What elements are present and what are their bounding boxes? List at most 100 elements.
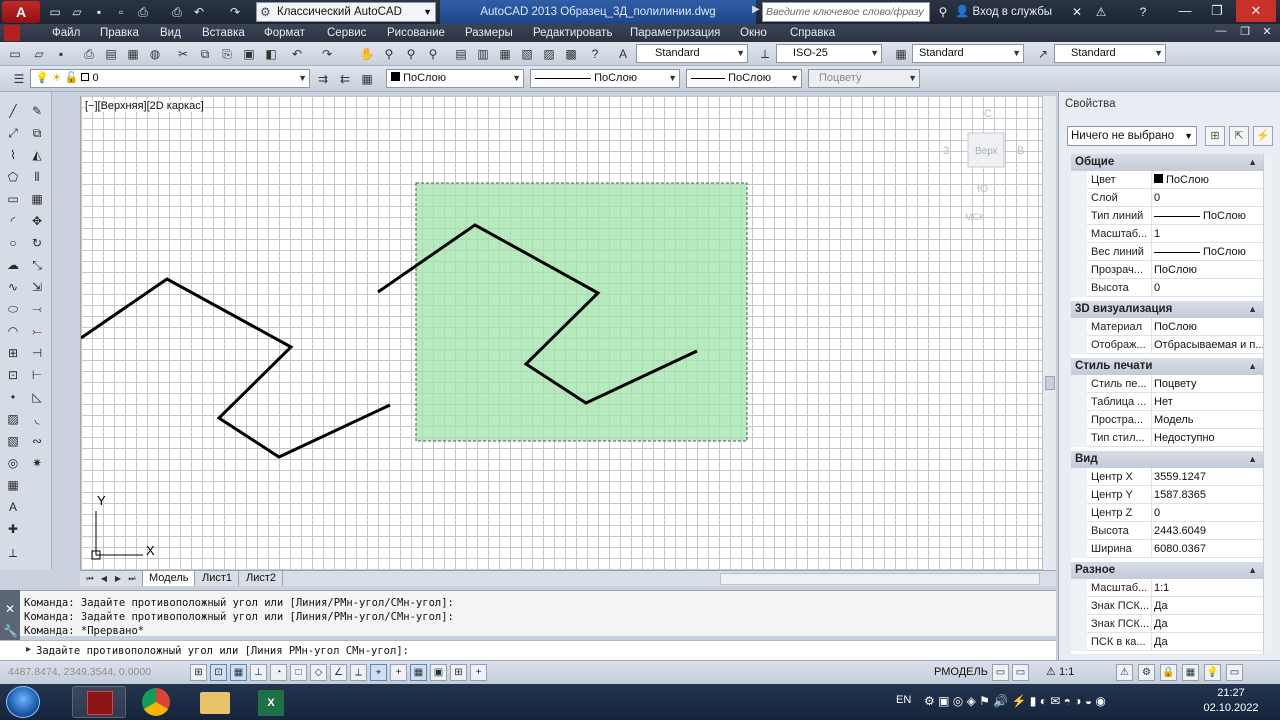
- section-plot-style[interactable]: Стиль печати ▲: [1071, 358, 1263, 375]
- menu-draw[interactable]: Рисование: [387, 24, 445, 42]
- section-general[interactable]: Общие ▲: [1071, 154, 1263, 171]
- construction-line-icon[interactable]: ⤢: [4, 124, 22, 142]
- snap-mode-icon[interactable]: ⊡: [210, 664, 227, 681]
- tab-layout2[interactable]: Лист2: [240, 571, 284, 586]
- help-icon[interactable]: ?: [586, 45, 604, 63]
- doc-minimize-button[interactable]: —: [1212, 25, 1230, 41]
- circle-icon[interactable]: ○: [4, 234, 22, 252]
- save-icon[interactable]: ▪: [52, 45, 70, 63]
- table-style-icon[interactable]: ▦: [892, 45, 910, 63]
- mleader-style-select[interactable]: Standard ▼: [1054, 44, 1166, 63]
- 3d-dwf-icon[interactable]: ◍: [146, 45, 164, 63]
- workspace-switching-icon[interactable]: ⚙: [1138, 664, 1155, 681]
- drawing-canvas[interactable]: Y X С Верх З В Ю МСК [−][Верхняя][2D кар…: [80, 96, 1042, 570]
- rectangle-icon[interactable]: ▭: [4, 190, 22, 208]
- language-indicator[interactable]: EN: [896, 694, 911, 706]
- properties-icon[interactable]: ▤: [452, 45, 470, 63]
- prop-row[interactable]: Знак ПСК... Да: [1071, 597, 1263, 615]
- tab-layout1[interactable]: Лист1: [196, 571, 240, 586]
- open-icon[interactable]: ▱: [68, 3, 86, 21]
- viewcube-ucs[interactable]: МСК: [965, 212, 985, 222]
- menu-view[interactable]: Вид: [160, 24, 181, 42]
- blend-icon[interactable]: ∾: [28, 432, 46, 450]
- exchange-icon[interactable]: ✕: [1068, 3, 1086, 21]
- table-icon[interactable]: ▦: [4, 476, 22, 494]
- start-button[interactable]: [6, 686, 40, 718]
- plot-icon[interactable]: ⎙: [80, 45, 98, 63]
- prop-row[interactable]: Центр Z 0: [1071, 504, 1263, 522]
- move-icon[interactable]: ✥: [28, 212, 46, 230]
- make-block-icon[interactable]: ⊡: [4, 366, 22, 384]
- binoculars-icon[interactable]: ⚲: [934, 3, 952, 21]
- vertical-scrollbar[interactable]: [1042, 96, 1056, 570]
- mtext-icon[interactable]: A: [4, 498, 22, 516]
- trim-icon[interactable]: ⤙: [28, 300, 46, 318]
- tool-palettes-icon[interactable]: ▦: [496, 45, 514, 63]
- prop-row[interactable]: Стиль пе... Поцвету: [1071, 375, 1263, 393]
- dynamic-input-icon[interactable]: ⌖: [370, 664, 387, 681]
- prop-row[interactable]: Слой 0: [1071, 189, 1263, 207]
- gradient-icon[interactable]: ▧: [4, 432, 22, 450]
- line-icon[interactable]: ╱: [4, 102, 22, 120]
- zoom-window-icon[interactable]: ⚲: [402, 45, 420, 63]
- linetype-select[interactable]: ПоСлою ▼: [530, 69, 680, 88]
- first-tab-icon[interactable]: ⏮: [84, 572, 96, 585]
- markup-icon[interactable]: ▨: [540, 45, 558, 63]
- close-icon[interactable]: ✕: [3, 602, 17, 616]
- cut-icon[interactable]: ✂: [174, 45, 192, 63]
- mleader-style-icon[interactable]: ↗: [1034, 45, 1052, 63]
- prop-row[interactable]: Высота 2443.6049: [1071, 522, 1263, 540]
- rotate-icon[interactable]: ↻: [28, 234, 46, 252]
- spline-icon[interactable]: ∿: [4, 278, 22, 296]
- copy-object-icon[interactable]: ⧉: [28, 124, 46, 142]
- model-space-toggle[interactable]: РМОДЕЛЬ: [934, 666, 988, 678]
- menu-file[interactable]: Файл: [52, 24, 80, 42]
- prop-row[interactable]: Тип линий ПоСлою: [1071, 207, 1263, 225]
- design-center-icon[interactable]: ▥: [474, 45, 492, 63]
- object-snap-icon[interactable]: □: [290, 664, 307, 681]
- workspace-selector[interactable]: ⚙ Классический AutoCAD ▼: [256, 2, 436, 22]
- wrench-icon[interactable]: 🔧: [3, 624, 18, 638]
- properties-scrollbar[interactable]: [1263, 154, 1273, 654]
- text-style-icon[interactable]: A: [614, 45, 632, 63]
- signin-link[interactable]: 👤 Вход в службы: [955, 0, 1052, 24]
- region-icon[interactable]: ◎: [4, 454, 22, 472]
- prop-row[interactable]: Тип стил... Недоступно: [1071, 429, 1263, 447]
- table-style-select[interactable]: Standard ▼: [912, 44, 1024, 63]
- insert-block-icon[interactable]: ⊞: [4, 344, 22, 362]
- paste-icon[interactable]: ⎘: [218, 45, 236, 63]
- 3d-object-snap-icon[interactable]: ◇: [310, 664, 327, 681]
- undo-icon[interactable]: ↶: [190, 3, 208, 21]
- prop-row[interactable]: Центр Y 1587.8365: [1071, 486, 1263, 504]
- arc-icon[interactable]: ◜: [4, 212, 22, 230]
- viewcube-south[interactable]: Ю: [977, 183, 988, 195]
- print-icon[interactable]: ⎙: [168, 3, 186, 21]
- doc-restore-button[interactable]: ❐: [1236, 25, 1254, 41]
- scrollbar-thumb[interactable]: [1045, 376, 1055, 390]
- subscription-icon[interactable]: ⚠: [1092, 3, 1110, 21]
- prop-row[interactable]: Простра... Модель: [1071, 411, 1263, 429]
- quick-view-layouts-icon[interactable]: ▭: [992, 664, 1009, 681]
- add-selected-icon[interactable]: ✚: [4, 520, 22, 538]
- polar-tracking-icon[interactable]: ◔: [270, 664, 287, 681]
- clock[interactable]: 21:27 02.10.2022: [1196, 686, 1266, 716]
- minimize-button[interactable]: —: [1170, 0, 1200, 22]
- restore-button[interactable]: ❐: [1202, 0, 1232, 22]
- prop-row[interactable]: Ширина 6080.0367: [1071, 540, 1263, 558]
- mirror-icon[interactable]: ◭: [28, 146, 46, 164]
- publish-icon[interactable]: ▦: [124, 45, 142, 63]
- pickadd-icon[interactable]: ⊞: [1205, 126, 1225, 146]
- undo-icon[interactable]: ↶: [288, 45, 306, 63]
- prop-row[interactable]: Масштаб... 1:1: [1071, 579, 1263, 597]
- menu-format[interactable]: Формат: [264, 24, 305, 42]
- viewcube-east[interactable]: В: [1017, 145, 1024, 157]
- doc-close-button[interactable]: ✕: [1258, 25, 1276, 41]
- text-style-select[interactable]: Standard ▼: [636, 44, 748, 63]
- menu-window[interactable]: Окно: [740, 24, 767, 42]
- selection-select[interactable]: Ничего не выбрано ▼: [1067, 126, 1197, 146]
- point-icon[interactable]: •: [4, 388, 22, 406]
- annotation-monitor-icon[interactable]: +: [470, 664, 487, 681]
- prev-tab-icon[interactable]: ◀: [98, 572, 110, 585]
- prop-row[interactable]: Масштаб... 1: [1071, 225, 1263, 243]
- extend-icon[interactable]: ⤚: [28, 322, 46, 340]
